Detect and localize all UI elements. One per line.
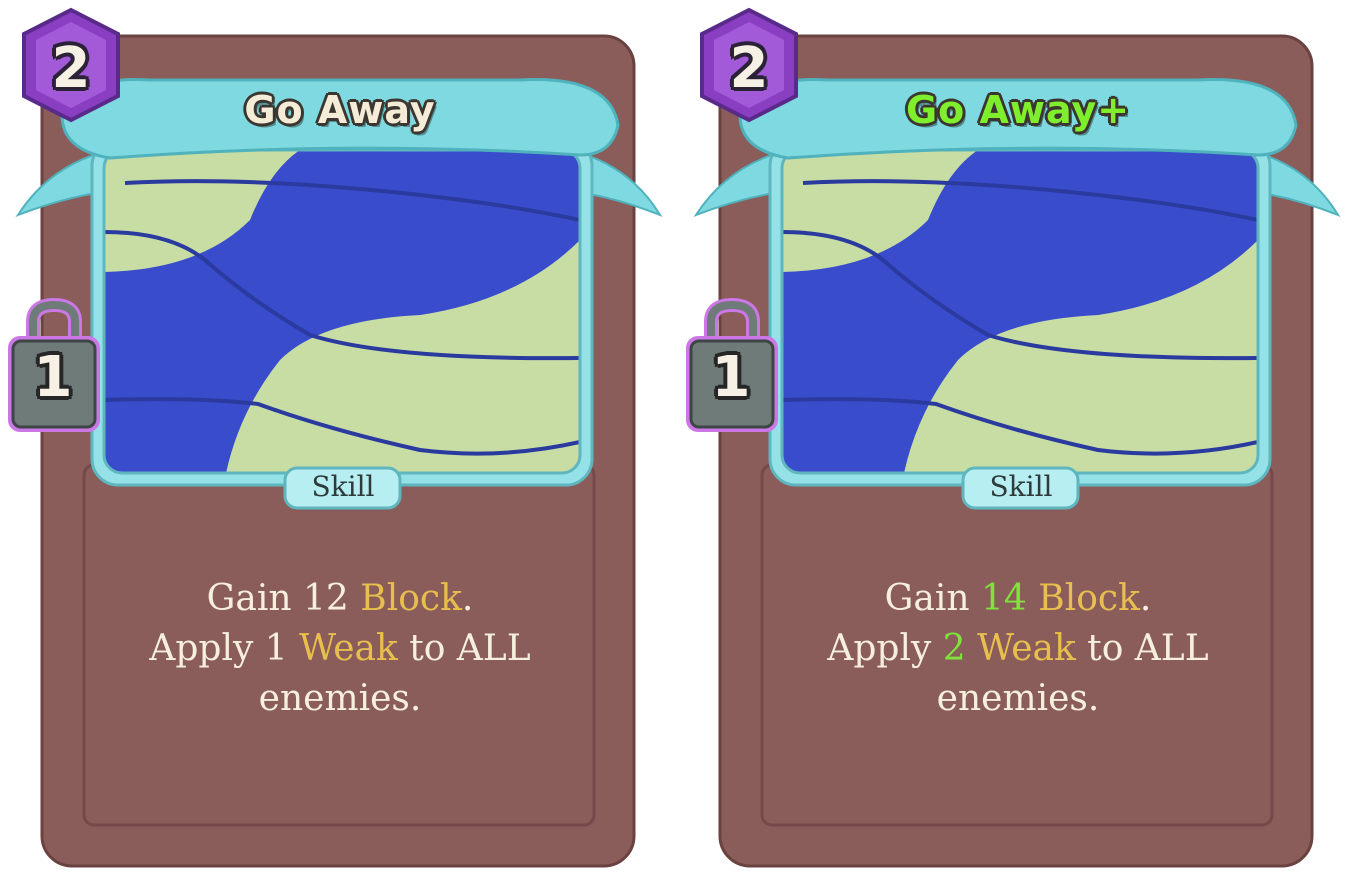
padlock-icon: 1 bbox=[688, 345, 774, 410]
desc-line-3: enemies. bbox=[258, 678, 422, 719]
lock-value: 1 bbox=[33, 345, 73, 410]
card-description: Gain 14 Block. Apply 2 Weak to ALL enemi… bbox=[788, 574, 1248, 724]
padlock-icon: 1 bbox=[10, 345, 96, 410]
card-type: Skill bbox=[989, 470, 1053, 503]
keyword-weak: Weak bbox=[977, 628, 1076, 669]
card-go-away-upgraded[interactable]: 2 Go Away+ 1 Skill Gain 14 Block. Apply … bbox=[678, 0, 1356, 874]
lock-value: 1 bbox=[711, 345, 751, 410]
upgraded-value: 2 bbox=[942, 628, 966, 669]
desc-line-1: Gain 14 Block. bbox=[884, 578, 1152, 619]
desc-line-3: enemies. bbox=[936, 678, 1100, 719]
desc-line-2: Apply 2 Weak to ALL bbox=[827, 628, 1209, 669]
upgraded-value: 14 bbox=[981, 578, 1027, 619]
card-type: Skill bbox=[311, 470, 375, 503]
keyword-block: Block bbox=[1038, 578, 1140, 619]
desc-line-2: Apply 1 Weak to ALL bbox=[149, 628, 531, 669]
keyword-weak: Weak bbox=[299, 628, 398, 669]
card-title: Go Away bbox=[244, 88, 436, 132]
desc-line-1: Gain 12 Block. bbox=[206, 578, 474, 619]
card-title: Go Away+ bbox=[905, 88, 1131, 132]
keyword-block: Block bbox=[360, 578, 462, 619]
card-go-away[interactable]: 2 Go Away 1 Skill Gain 12 Block. Apply 1… bbox=[0, 0, 680, 874]
card-description: Gain 12 Block. Apply 1 Weak to ALL enemi… bbox=[110, 574, 570, 724]
